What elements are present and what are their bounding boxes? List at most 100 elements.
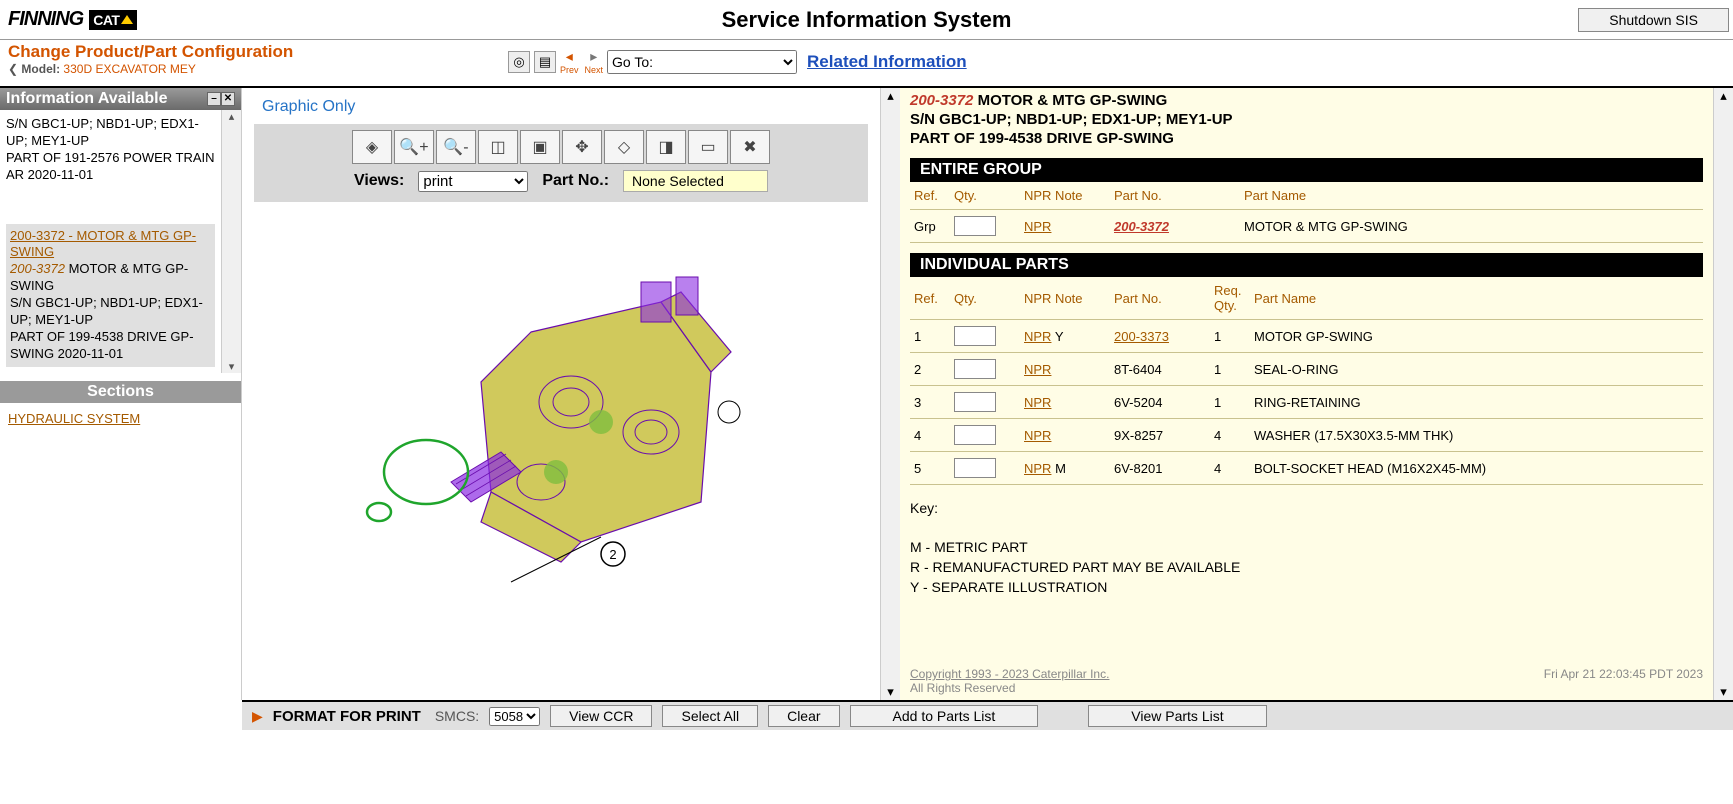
scroll-up-icon[interactable]: ▴ [1720,88,1727,104]
model-line: ❮ Model: 330D EXCAVATOR MEY [8,62,488,76]
col-npr: NPR Note [1020,182,1110,210]
zoom-out-icon[interactable]: 🔍- [436,130,476,164]
cat-badge: CAT [89,10,137,30]
part-link[interactable]: 200-3373 [1114,329,1169,344]
clear-button[interactable]: Clear [768,705,839,727]
entire-group-table: Ref. Qty. NPR Note Part No. Part Name Gr… [910,182,1703,243]
model-label: Model: [21,62,60,76]
view-ccr-button[interactable]: View CCR [550,705,652,727]
scroll-down-icon[interactable]: ▾ [1720,684,1727,700]
copyright-line: Copyright 1993 - 2023 Caterpillar Inc. A… [910,667,1703,695]
add-to-parts-list-button[interactable]: Add to Parts List [850,705,1039,727]
grp-ref: Grp [910,210,950,243]
section-hydraulic-system[interactable]: HYDRAULIC SYSTEM [8,411,140,426]
diagram-canvas[interactable]: 2 [242,202,880,622]
part-id: 200-3372 [910,92,973,109]
mid-scrollbar[interactable]: ▴▾ [880,88,900,700]
individual-parts-table: Ref. Qty. NPR Note Part No. Req. Qty. Pa… [910,277,1703,485]
col-partno: Part No. [1110,277,1210,320]
minimize-icon[interactable]: – [207,92,221,106]
qty-input[interactable] [954,458,996,478]
close-icon[interactable]: ✕ [221,92,235,106]
zoom-fit-icon[interactable]: ▣ [520,130,560,164]
qty-input[interactable] [954,392,996,412]
document-icon[interactable]: ▤ [534,51,556,73]
chevron-left-icon: ❮ [8,62,18,76]
part-number: 9X-8257 [1114,428,1163,443]
npr-link[interactable]: NPR [1024,461,1051,476]
npr-link[interactable]: NPR [1024,395,1051,410]
graphic-only-link[interactable]: Graphic Only [242,88,880,124]
pan-icon[interactable]: ✥ [562,130,602,164]
ref-cell: 3 [910,386,950,419]
cat-triangle-icon [121,15,133,24]
npr-link[interactable]: NPR [1024,362,1051,377]
change-config-link[interactable]: Change Product/Part Configuration [8,42,488,62]
grp-part-link[interactable]: 200-3372 [1114,219,1169,234]
npr-link[interactable]: NPR [1024,428,1051,443]
partno-value: None Selected [623,170,768,192]
smcs-select[interactable]: 5058 [489,707,540,726]
logo: FINNING CAT [0,8,137,31]
info-block-2-selected[interactable]: 200-3372 - MOTOR & MTG GP-SWING 200-3372… [6,224,215,367]
model-value[interactable]: 330D EXCAVATOR MEY [63,62,196,76]
grp-npr-link[interactable]: NPR [1024,219,1051,234]
format-for-print[interactable]: FORMAT FOR PRINT [273,708,421,725]
related-information-link[interactable]: Related Information [807,52,967,72]
grp-part-name: MOTOR & MTG GP-SWING [1240,210,1703,243]
scroll-up-icon[interactable]: ▴ [229,110,235,123]
scroll-down-icon[interactable]: ▾ [887,684,894,700]
key-r: R - REMANUFACTURED PART MAY BE AVAILABLE [910,558,1703,578]
page-title: Service Information System [722,7,1012,33]
table-row: 2 NPR 8T-6404 1 SEAL-O-RING [910,353,1703,386]
part-header: 200-3372 MOTOR & MTG GP-SWING S/N GBC1-U… [910,92,1703,148]
block1-sn: S/N GBC1-UP; NBD1-UP; EDX1-UP; MEY1-UP [6,116,215,150]
key-m: M - METRIC PART [910,538,1703,558]
information-available-header: Information Available – ✕ [0,88,241,110]
qty-input[interactable] [954,359,996,379]
block2-link[interactable]: 200-3372 - MOTOR & MTG GP-SWING [10,228,196,260]
zoom-window-icon[interactable]: ◫ [478,130,518,164]
zoom-in-icon[interactable]: 🔍+ [394,130,434,164]
bullet-icon: ▶ [252,708,263,725]
qty-input[interactable] [954,326,996,346]
npr-link[interactable]: NPR [1024,329,1051,344]
copyright-link[interactable]: Copyright 1993 - 2023 Caterpillar Inc. [910,667,1109,681]
right-scrollbar[interactable]: ▴▾ [1713,88,1733,700]
pointer-icon[interactable]: ✖ [730,130,770,164]
goto-select[interactable]: Go To: [607,50,797,74]
partname-cell: WASHER (17.5X30X3.5-MM THK) [1250,419,1703,452]
key-y: Y - SEPARATE ILLUSTRATION [910,578,1703,598]
npr-note: M [1051,461,1065,476]
left-scrollbar[interactable]: ▴▾ [221,110,241,373]
views-select[interactable]: print [418,171,528,192]
shutdown-button[interactable]: Shutdown SIS [1578,8,1729,32]
screen-icon[interactable]: ▭ [688,130,728,164]
scroll-up-icon[interactable]: ▴ [887,88,894,104]
view-parts-list-button[interactable]: View Parts List [1088,705,1266,727]
home-view-icon[interactable]: ◈ [352,130,392,164]
ref-cell: 1 [910,320,950,353]
prev-button[interactable]: ◂Prev [560,48,579,75]
partname-cell: MOTOR GP-SWING [1250,320,1703,353]
scroll-down-icon[interactable]: ▾ [229,360,235,373]
views-label: Views: [354,172,404,190]
key-block: Key: M - METRIC PART R - REMANUFACTURED … [910,499,1703,597]
col-npr: NPR Note [1020,277,1110,320]
reqqty-cell: 1 [1210,386,1250,419]
select-all-button[interactable]: Select All [662,705,758,727]
reset-icon[interactable]: ◨ [646,130,686,164]
table-row: 3 NPR 6V-5204 1 RING-RETAINING [910,386,1703,419]
block2-pnum: 200-3372 [10,261,65,276]
grp-qty-input[interactable] [954,216,996,236]
individual-parts-header: INDIVIDUAL PARTS [910,253,1703,277]
qty-input[interactable] [954,425,996,445]
ref-cell: 4 [910,419,950,452]
rotate-icon[interactable]: ◇ [604,130,644,164]
partname-cell: RING-RETAINING [1250,386,1703,419]
part-sn: S/N GBC1-UP; NBD1-UP; EDX1-UP; MEY1-UP [910,111,1233,128]
sections-header: Sections [0,381,241,403]
globe-icon[interactable]: ◎ [508,51,530,73]
next-button[interactable]: ▸Next [585,48,604,75]
entire-group-header: ENTIRE GROUP [910,158,1703,182]
